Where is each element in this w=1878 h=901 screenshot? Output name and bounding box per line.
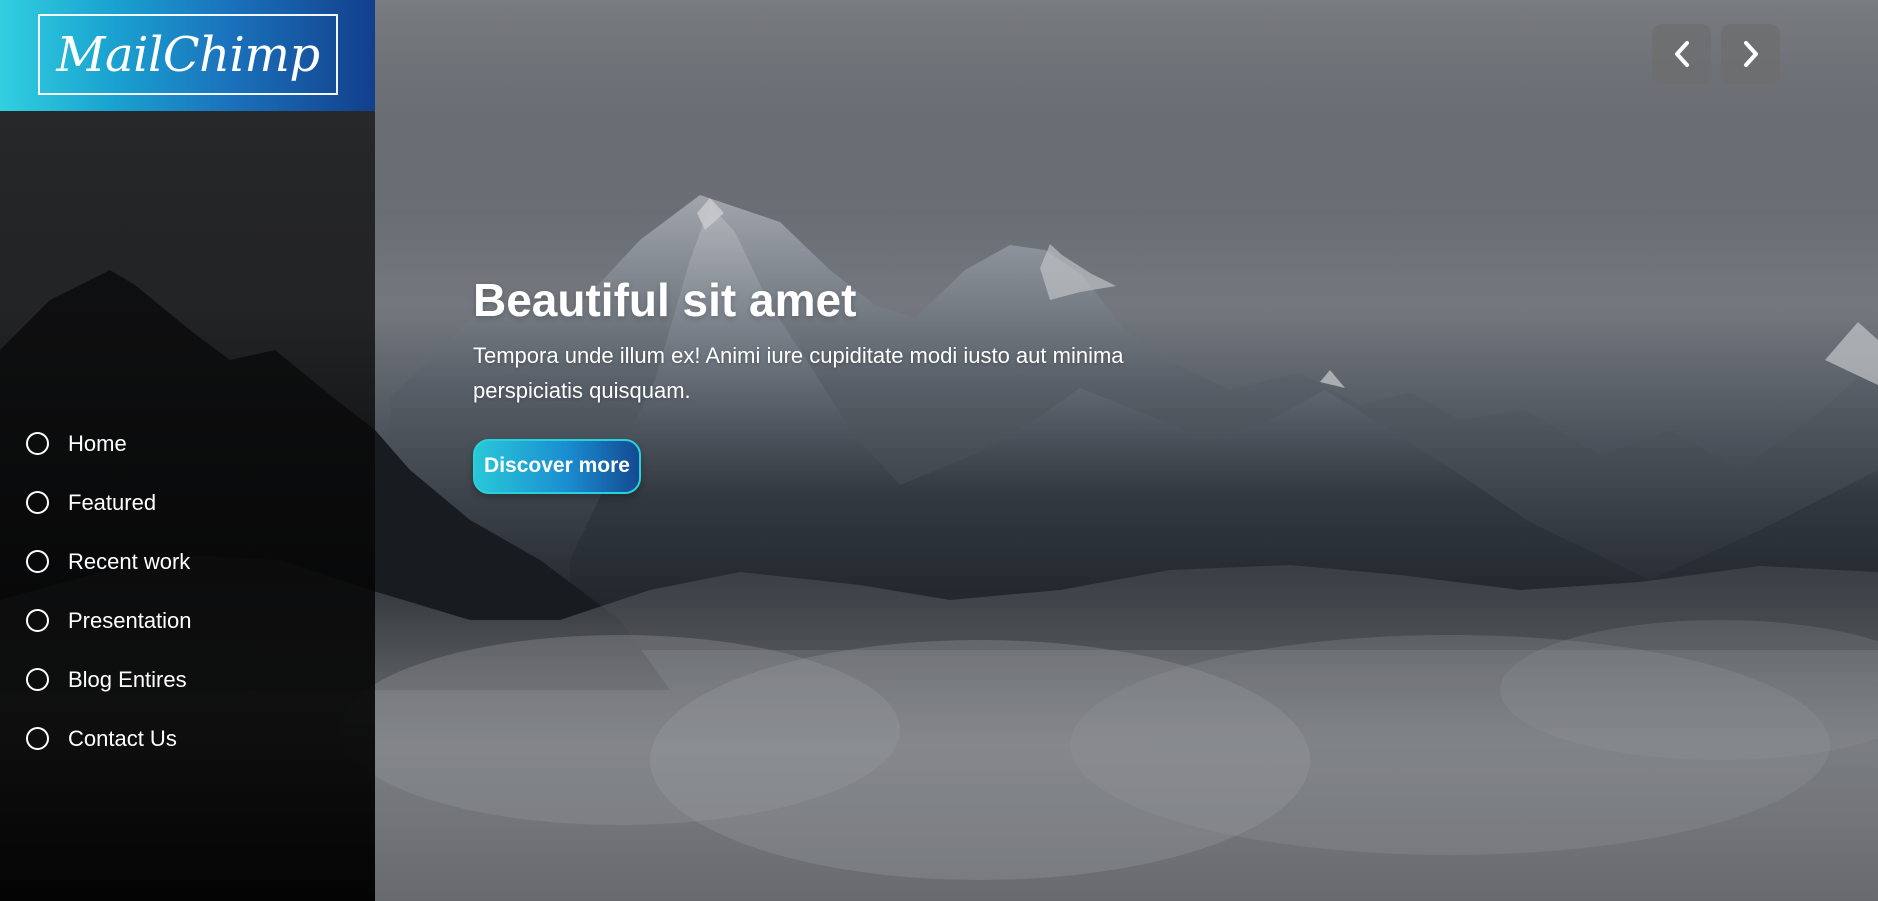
hero-content: Beautiful sit amet Tempora unde illum ex… [473, 273, 1233, 494]
sidebar-item-label: Home [68, 430, 127, 456]
next-slide-button[interactable] [1721, 24, 1780, 84]
circle-icon [26, 609, 49, 632]
sidebar-item-recent-work[interactable]: Recent work [26, 532, 346, 591]
chevron-left-icon [1674, 41, 1689, 67]
logo[interactable]: MailChimp [38, 14, 338, 95]
circle-icon [26, 668, 49, 691]
sidebar-nav: Home Featured Recent work Presentation B… [26, 414, 346, 768]
logo-text: MailChimp [56, 26, 320, 83]
sidebar-item-label: Contact Us [68, 725, 177, 751]
chevron-right-icon [1743, 41, 1758, 67]
sidebar-item-label: Recent work [68, 548, 191, 574]
previous-slide-button[interactable] [1652, 24, 1711, 84]
sidebar-item-home[interactable]: Home [26, 414, 346, 473]
hero-subtitle: Tempora unde illum ex! Animi iure cupidi… [473, 343, 1124, 404]
sidebar: MailChimp Home Featured Recent work Pres… [0, 0, 375, 901]
sidebar-item-presentation[interactable]: Presentation [26, 591, 346, 650]
circle-icon [26, 550, 49, 573]
sidebar-item-featured[interactable]: Featured [26, 473, 346, 532]
brand-header: MailChimp [0, 0, 375, 111]
sidebar-item-label: Blog Entires [68, 666, 187, 692]
sidebar-item-label: Presentation [68, 607, 192, 633]
sidebar-item-label: Featured [68, 489, 157, 515]
circle-icon [26, 432, 49, 455]
circle-icon [26, 491, 49, 514]
slider-controls [1652, 24, 1780, 84]
circle-icon [26, 727, 49, 750]
page: MailChimp Home Featured Recent work Pres… [0, 0, 1878, 901]
sidebar-item-contact-us[interactable]: Contact Us [26, 709, 346, 768]
sidebar-item-blog-entires[interactable]: Blog Entires [26, 650, 346, 709]
hero-title: Beautiful sit amet [473, 274, 857, 326]
discover-more-button[interactable]: Discover more [473, 438, 641, 494]
